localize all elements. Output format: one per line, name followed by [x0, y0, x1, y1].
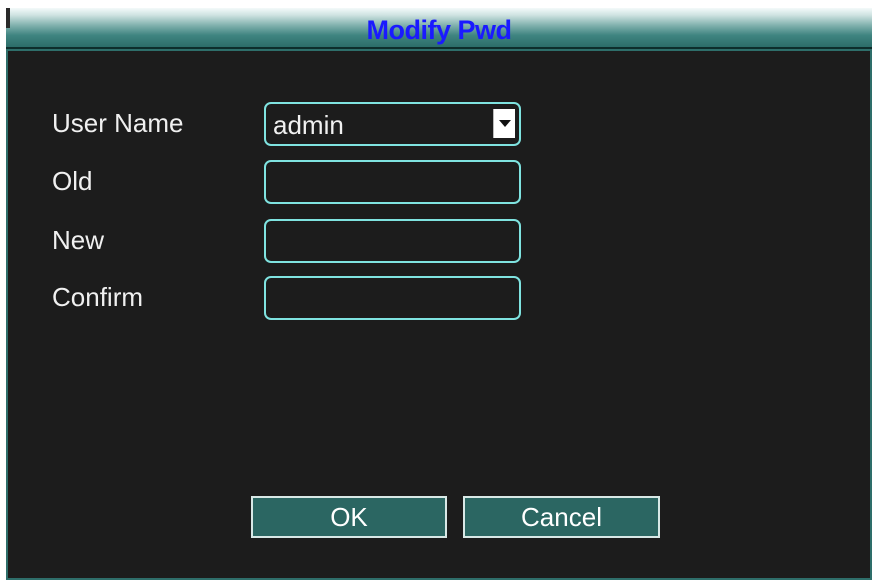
- new-password-field[interactable]: [264, 219, 521, 263]
- cancel-button[interactable]: Cancel: [463, 496, 660, 538]
- user-name-dropdown-button[interactable]: [493, 109, 515, 138]
- confirm-password-label: Confirm: [52, 282, 144, 312]
- chevron-down-icon: [499, 120, 511, 127]
- user-name-select[interactable]: admin: [264, 102, 521, 146]
- old-password-field[interactable]: [264, 160, 521, 204]
- new-password-label: New: [52, 225, 105, 255]
- ok-button[interactable]: OK: [251, 496, 447, 538]
- old-password-label: Old: [52, 166, 93, 196]
- user-name-value: admin: [273, 110, 344, 140]
- dialog-titlebar[interactable]: Modify Pwd: [6, 8, 872, 49]
- confirm-password-field[interactable]: [264, 276, 521, 320]
- modify-password-dialog: Modify Pwd User Name admin Old New Confi…: [6, 8, 872, 580]
- user-name-label: User Name: [52, 108, 184, 138]
- dialog-title: Modify Pwd: [366, 15, 513, 45]
